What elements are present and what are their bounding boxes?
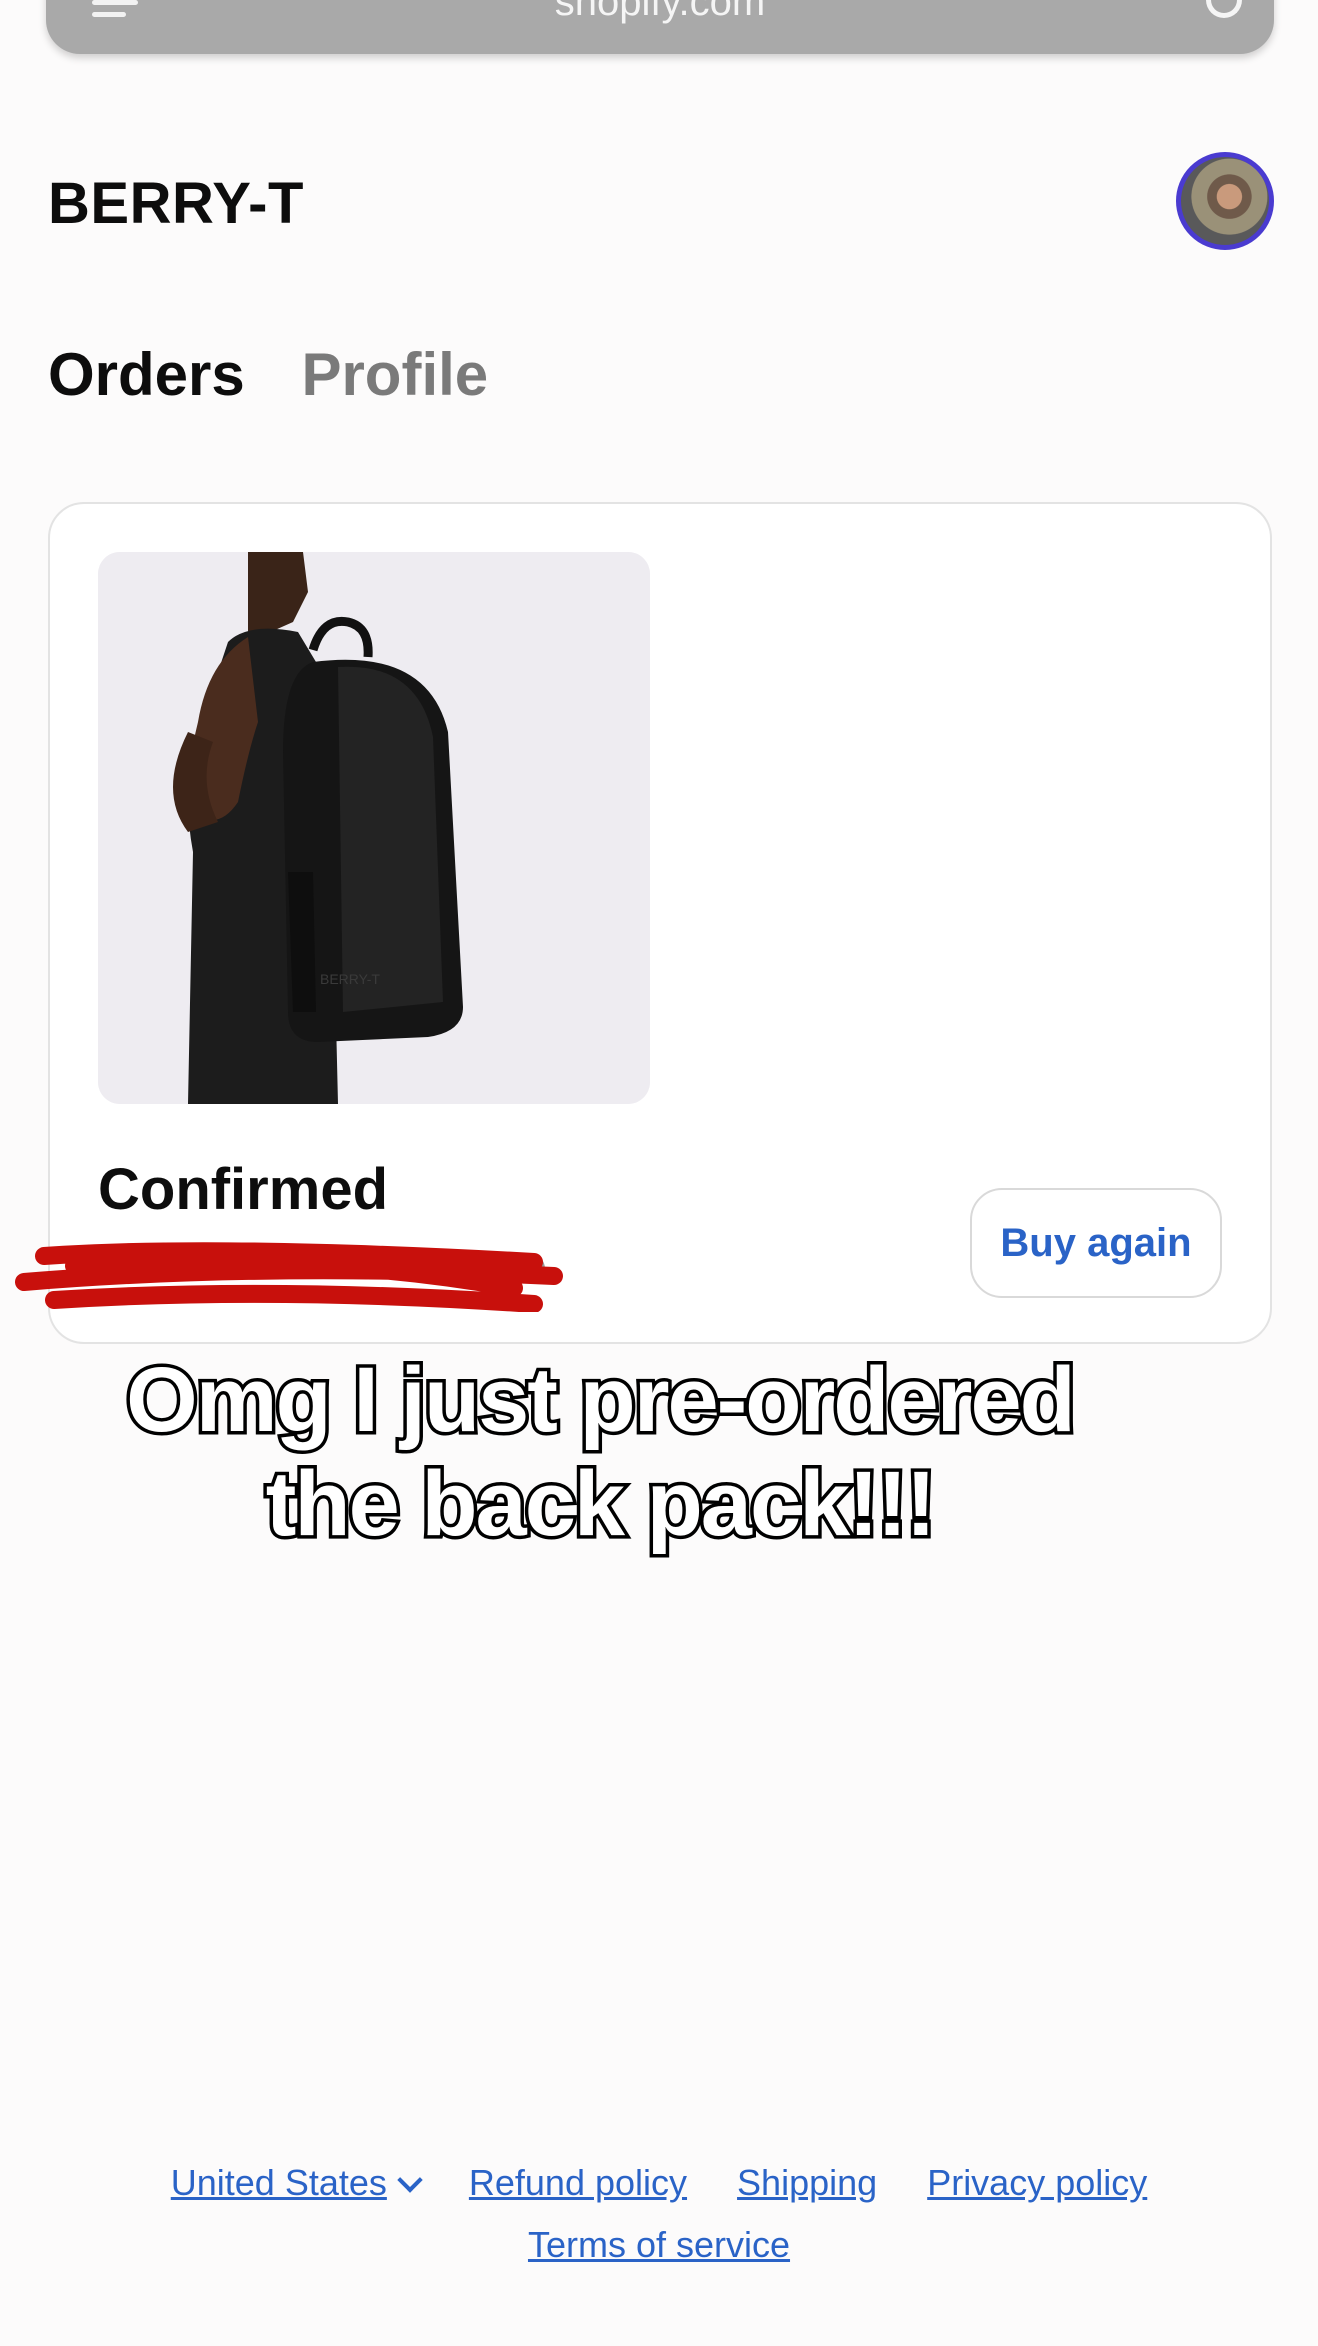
overlay-caption: Omg I just pre-ordered the back pack!!! — [0, 1346, 1200, 1559]
backpack-brand-text: BERRY-T — [320, 971, 380, 987]
buy-again-button[interactable]: Buy again — [970, 1188, 1222, 1298]
country-selector[interactable]: United States — [170, 2162, 423, 2203]
account-tabs: Orders Profile — [48, 340, 528, 409]
order-card[interactable]: BERRY-T Confirmed D Buy again — [15, 502, 1272, 1344]
redaction-scribble — [15, 1242, 563, 1312]
terms-of-service-link[interactable]: Terms of service — [528, 2224, 790, 2265]
url-host[interactable]: shopify.com — [46, 0, 1274, 25]
shipping-link[interactable]: Shipping — [737, 2162, 877, 2203]
tab-profile[interactable]: Profile — [301, 340, 488, 409]
shop-name[interactable]: BERRY-T — [48, 170, 304, 237]
order-status: Confirmed — [98, 1157, 388, 1222]
refund-policy-link[interactable]: Refund policy — [469, 2162, 687, 2203]
country-label: United States — [170, 2162, 387, 2203]
tab-orders[interactable]: Orders — [48, 340, 245, 409]
user-avatar[interactable] — [1176, 152, 1274, 250]
browser-address-bar[interactable]: shopify.com — [46, 0, 1274, 54]
privacy-policy-link[interactable]: Privacy policy — [927, 2162, 1147, 2203]
chevron-down-icon — [397, 2167, 423, 2193]
footer: United States Refund policy Shipping Pri… — [0, 2162, 1318, 2286]
caption-line-1: Omg I just pre-ordered — [123, 1346, 1080, 1455]
caption-line-2: the back pack!!! — [262, 1450, 939, 1559]
backpack-photo: BERRY-T — [98, 552, 650, 1104]
product-image-backpack[interactable]: BERRY-T — [98, 552, 650, 1104]
